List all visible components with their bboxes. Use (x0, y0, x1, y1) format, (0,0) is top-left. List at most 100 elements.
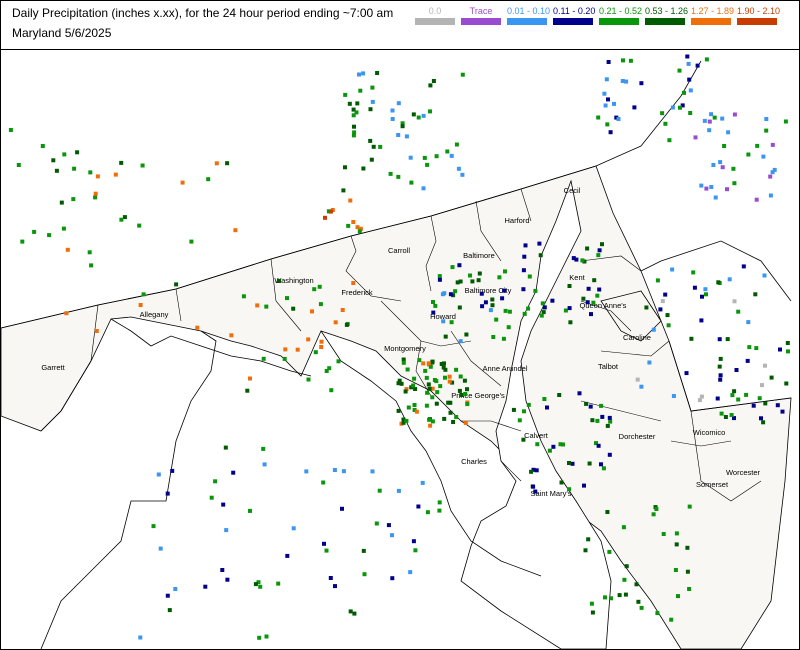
station-marker (357, 229, 362, 234)
legend-item: 0.53 - 1.26 (645, 5, 688, 25)
legend-item: 0.21 - 0.52 (599, 5, 642, 25)
station-marker (607, 415, 612, 420)
station-marker (313, 350, 318, 355)
station-marker (711, 163, 716, 167)
station-marker (277, 279, 281, 283)
station-marker (734, 368, 739, 372)
station-marker (783, 119, 788, 124)
station-marker (321, 480, 326, 485)
station-marker (624, 564, 629, 569)
station-marker (421, 113, 426, 118)
station-marker (526, 402, 531, 407)
station-marker (719, 411, 724, 416)
station-marker (195, 325, 200, 330)
station-marker (606, 60, 611, 64)
station-marker (667, 138, 672, 143)
station-marker (754, 197, 759, 202)
station-marker (663, 121, 668, 126)
station-marker (336, 359, 341, 364)
station-marker (712, 115, 717, 120)
station-marker (220, 568, 225, 572)
station-marker (586, 537, 591, 542)
station-marker (770, 142, 775, 147)
station-marker (333, 320, 338, 325)
station-marker (437, 274, 442, 279)
station-marker (786, 349, 790, 354)
station-marker (597, 287, 602, 292)
station-marker (447, 379, 452, 384)
station-marker (89, 263, 94, 268)
station-marker (396, 101, 401, 106)
station-marker (713, 195, 718, 200)
station-marker (465, 402, 470, 407)
station-marker (442, 416, 447, 421)
station-marker (670, 267, 675, 272)
station-marker (674, 542, 679, 547)
station-marker (599, 403, 604, 408)
station-marker (322, 541, 326, 546)
station-marker (655, 278, 660, 283)
station-marker (426, 361, 431, 366)
station-marker (340, 308, 345, 312)
station-marker (561, 442, 565, 447)
station-marker (704, 292, 708, 297)
station-marker (531, 484, 536, 489)
station-marker (428, 423, 433, 428)
station-marker (695, 63, 700, 68)
station-marker (462, 378, 467, 383)
station-marker (396, 488, 401, 493)
station-marker (540, 301, 545, 306)
station-marker (328, 209, 333, 214)
station-marker (411, 383, 416, 388)
station-marker (601, 466, 606, 471)
station-marker (491, 335, 496, 339)
station-marker (430, 419, 435, 424)
station-marker (258, 584, 263, 589)
station-marker (225, 161, 230, 166)
station-marker (759, 416, 763, 421)
station-marker (460, 72, 465, 77)
station-marker (221, 502, 226, 507)
station-marker (370, 99, 375, 104)
station-marker (597, 248, 602, 253)
station-marker (362, 572, 367, 577)
station-marker (603, 595, 607, 600)
station-marker (684, 371, 689, 376)
station-marker (687, 587, 692, 591)
station-marker (581, 296, 586, 301)
station-marker (257, 635, 262, 640)
station-marker (697, 398, 702, 403)
station-marker (757, 396, 762, 401)
county-label-montgomery: Montgomery (384, 344, 426, 353)
station-marker (716, 280, 721, 285)
station-marker (352, 124, 356, 129)
station-marker (550, 298, 555, 303)
station-marker (764, 117, 769, 121)
station-marker (677, 68, 682, 73)
station-marker (707, 128, 712, 133)
station-marker (602, 91, 607, 96)
station-marker (425, 510, 430, 515)
station-marker (421, 186, 426, 191)
station-marker (460, 172, 465, 177)
station-marker (427, 417, 432, 422)
station-marker (276, 581, 281, 586)
station-marker (285, 296, 289, 301)
station-marker (434, 154, 439, 159)
station-marker (523, 243, 528, 248)
station-marker (702, 118, 707, 123)
station-marker (671, 394, 676, 398)
station-marker (253, 582, 258, 587)
station-marker (568, 320, 573, 325)
station-marker (620, 79, 625, 83)
station-marker (693, 135, 698, 140)
station-marker (404, 418, 409, 423)
station-marker (423, 368, 428, 373)
station-marker (600, 242, 604, 247)
station-marker (347, 101, 352, 106)
station-marker (574, 257, 579, 262)
legend-item: 0.0 (415, 5, 455, 25)
station-marker (762, 273, 767, 278)
station-marker (691, 270, 696, 275)
station-marker (490, 303, 495, 308)
